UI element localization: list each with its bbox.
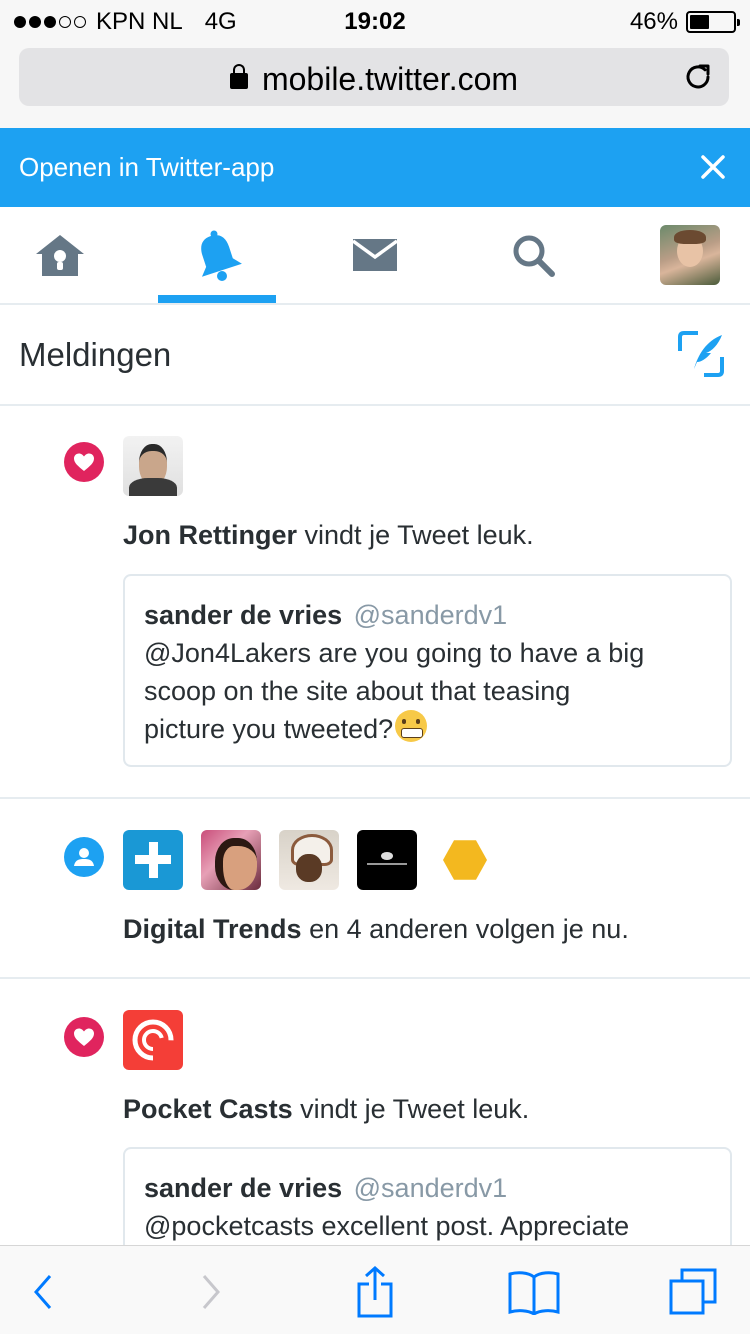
top-navigation [0, 207, 750, 305]
tweet-author-handle: @sanderdv1 [353, 600, 508, 630]
lock-icon [229, 64, 248, 89]
battery-percent: 46% [629, 8, 678, 35]
tweet-line-last: picture you tweeted? [144, 710, 711, 748]
avatar[interactable] [201, 830, 261, 890]
battery-level [690, 15, 710, 29]
bookmarks-button[interactable] [506, 1264, 562, 1320]
notification-text: Jon Rettinger vindt je Tweet leuk. [123, 520, 534, 551]
status-bar: KPN NL 4G 19:02 46% [0, 0, 750, 40]
heart-icon [64, 442, 104, 482]
tweet-body: @pocketcasts excellent post. Appreciate [144, 1207, 711, 1245]
actor-name[interactable]: Pocket Casts [123, 1094, 293, 1124]
url-text: mobile.twitter.com [261, 61, 519, 97]
quoted-tweet-card[interactable]: sander de vries @sanderdv1 @Jon4Lakers a… [123, 574, 732, 767]
avatar[interactable] [123, 830, 183, 890]
tweet-header: sander de vries @sanderdv1 [144, 596, 711, 634]
avatar[interactable] [357, 830, 417, 890]
address-bar[interactable]: mobile.twitter.com [19, 48, 729, 106]
open-in-app-banner[interactable]: Openen in Twitter-app [0, 128, 750, 207]
nav-search-tab[interactable] [474, 207, 592, 303]
person-icon [64, 837, 104, 877]
home-icon [36, 235, 84, 276]
chevron-right-icon [202, 1275, 220, 1309]
notification-avatars [123, 1010, 183, 1070]
pocket-casts-logo-icon [132, 1019, 174, 1061]
forward-button[interactable] [183, 1264, 239, 1320]
chevron-left-icon [34, 1275, 52, 1309]
actor-name[interactable]: Digital Trends [123, 914, 302, 944]
active-tab-indicator [158, 295, 276, 303]
notification-avatars [123, 830, 495, 890]
book-icon [508, 1271, 560, 1315]
tweet-header: sander de vries @sanderdv1 [144, 1169, 711, 1207]
share-button[interactable] [347, 1264, 403, 1320]
tweet-line: @pocketcasts excellent post. Appreciate [144, 1211, 630, 1241]
battery-icon [686, 11, 740, 33]
avatar[interactable] [435, 830, 495, 890]
tweet-line: @Jon4Lakers are you going to have a big [144, 638, 645, 668]
notification-avatars [123, 436, 183, 496]
open-in-app-label[interactable]: Openen in Twitter-app [19, 152, 274, 183]
notification-action: vindt je Tweet leuk. [300, 1094, 530, 1124]
tweet-author-name: sander de vries [144, 1173, 343, 1203]
tabs-button[interactable] [665, 1264, 721, 1320]
tweet-line-text: picture you tweeted? [144, 714, 394, 744]
grimacing-emoji-icon [395, 710, 428, 742]
notification-text: Pocket Casts vindt je Tweet leuk. [123, 1094, 529, 1125]
tabs-icon [669, 1268, 717, 1315]
reload-icon[interactable] [681, 60, 715, 94]
nav-messages-tab[interactable] [316, 207, 434, 303]
compose-tweet-icon[interactable] [676, 329, 726, 379]
notification-item[interactable]: Pocket Casts vindt je Tweet leuk. sander… [0, 979, 750, 1287]
browser-chrome: KPN NL 4G 19:02 46% mobile.twitter.com [0, 0, 750, 128]
search-icon [513, 235, 555, 277]
back-button[interactable] [15, 1264, 71, 1320]
notification-item[interactable]: Digital Trends en 4 anderen volgen je nu… [0, 799, 750, 979]
notification-text: Digital Trends en 4 anderen volgen je nu… [123, 914, 629, 945]
status-right: 46% [629, 8, 740, 36]
avatar[interactable] [123, 1010, 183, 1070]
nav-notifications-tab[interactable] [158, 207, 276, 303]
heart-icon [64, 1017, 104, 1057]
share-icon [357, 1266, 393, 1318]
profile-avatar [660, 225, 720, 285]
page-header: Meldingen [0, 305, 750, 406]
nav-home-tab[interactable] [1, 207, 119, 303]
tweet-author-handle: @sanderdv1 [353, 1173, 508, 1203]
tweet-author-name: sander de vries [144, 600, 343, 630]
nav-profile-tab[interactable] [631, 207, 749, 303]
envelope-icon [351, 239, 399, 271]
actor-name[interactable]: Jon Rettinger [123, 520, 297, 550]
notification-action: vindt je Tweet leuk. [304, 520, 534, 550]
tweet-line: scoop on the site about that teasing [144, 676, 571, 706]
address-bar-content: mobile.twitter.com [19, 61, 729, 98]
tweet-body: @Jon4Lakers are you going to have a big … [144, 634, 711, 748]
bell-icon [201, 230, 242, 281]
notification-action: en 4 anderen volgen je nu. [309, 914, 629, 944]
browser-toolbar [0, 1245, 750, 1334]
avatar[interactable] [123, 436, 183, 496]
page-title: Meldingen [19, 336, 172, 373]
avatar[interactable] [279, 830, 339, 890]
notification-item[interactable]: Jon Rettinger vindt je Tweet leuk. sande… [0, 406, 750, 799]
close-icon[interactable] [696, 150, 730, 184]
